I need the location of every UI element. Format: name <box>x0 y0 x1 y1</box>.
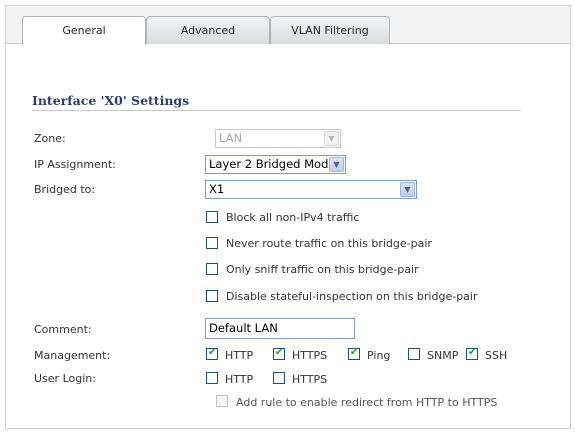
chevron-down-icon: ▼ <box>400 182 415 197</box>
never-route-checkbox[interactable] <box>206 237 218 249</box>
disable-stateful-inspection-label: Disable stateful-inspection on this brid… <box>226 290 478 303</box>
tab-general[interactable]: General <box>22 16 146 45</box>
zone-select: LAN ▼ <box>215 129 341 148</box>
management-ping-label: Ping <box>367 349 391 362</box>
block-non-ipv4-label: Block all non-IPv4 traffic <box>226 211 360 224</box>
ip-assignment-label: IP Assignment: <box>34 158 116 171</box>
management-label: Management: <box>34 349 111 362</box>
management-snmp-label: SNMP <box>427 349 459 362</box>
management-snmp-checkbox[interactable] <box>408 348 420 360</box>
user-login-https-label: HTTPS <box>292 373 328 386</box>
management-ssh-label: SSH <box>485 349 508 362</box>
user-login-http-checkbox[interactable] <box>206 372 218 384</box>
zone-value: LAN <box>219 131 243 145</box>
chevron-down-icon: ▼ <box>329 157 344 172</box>
management-ssh-checkbox[interactable] <box>466 347 478 360</box>
management-ping-checkbox[interactable] <box>348 347 360 360</box>
section-divider <box>32 110 521 111</box>
ip-assignment-select[interactable]: Layer 2 Bridged Mode ▼ <box>205 155 346 174</box>
tab-strip: General Advanced VLAN Filtering <box>6 6 570 45</box>
redirect-http-to-https-checkbox <box>216 395 228 407</box>
management-https-checkbox[interactable] <box>273 347 285 360</box>
comment-input[interactable]: Default LAN <box>205 318 355 339</box>
block-non-ipv4-checkbox[interactable] <box>206 211 218 223</box>
tab-advanced[interactable]: Advanced <box>146 16 270 44</box>
bridged-to-label: Bridged to: <box>34 183 96 196</box>
only-sniff-checkbox[interactable] <box>206 263 218 275</box>
management-http-label: HTTP <box>225 349 254 362</box>
zone-label: Zone: <box>34 132 66 145</box>
comment-label: Comment: <box>34 323 92 336</box>
ip-assignment-value: Layer 2 Bridged Mode <box>209 157 336 171</box>
user-login-http-label: HTTP <box>225 373 254 386</box>
user-login-https-checkbox[interactable] <box>273 372 285 384</box>
chevron-down-icon: ▼ <box>324 131 339 146</box>
only-sniff-label: Only sniff traffic on this bridge-pair <box>226 263 419 276</box>
interface-settings-panel: General Advanced VLAN Filtering Interfac… <box>5 5 571 429</box>
bridged-to-select[interactable]: X1 ▼ <box>205 180 417 199</box>
bridged-to-value: X1 <box>209 182 225 196</box>
never-route-label: Never route traffic on this bridge-pair <box>226 237 432 250</box>
management-https-label: HTTPS <box>292 349 328 362</box>
tab-vlan-filtering[interactable]: VLAN Filtering <box>270 16 390 44</box>
section-title: Interface 'X0' Settings <box>32 93 190 108</box>
disable-stateful-inspection-checkbox[interactable] <box>206 290 218 302</box>
management-http-checkbox[interactable] <box>206 347 218 360</box>
user-login-label: User Login: <box>34 372 96 385</box>
redirect-http-to-https-label: Add rule to enable redirect from HTTP to… <box>236 396 498 409</box>
